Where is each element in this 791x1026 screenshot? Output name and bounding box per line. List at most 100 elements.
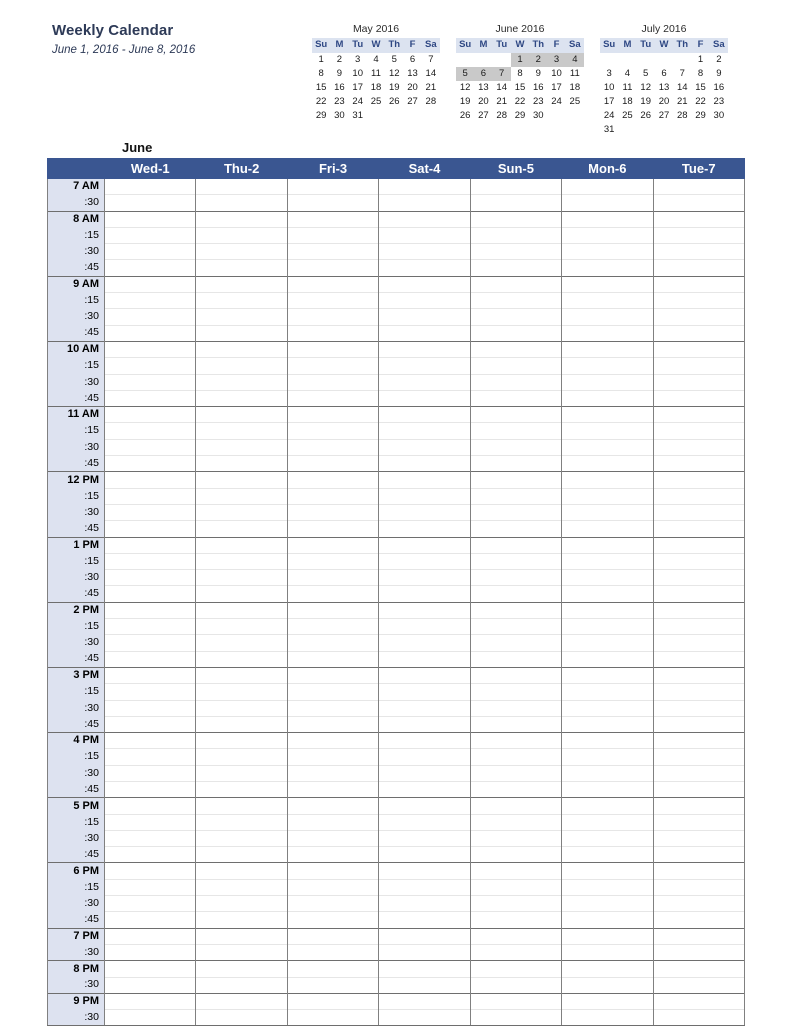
schedule-slot[interactable]	[378, 194, 471, 212]
schedule-slot[interactable]	[652, 406, 746, 423]
schedule-slot[interactable]	[195, 373, 288, 391]
schedule-slot[interactable]	[103, 895, 197, 912]
mini-day-cell[interactable]: 31	[600, 123, 618, 137]
schedule-slot[interactable]	[469, 992, 563, 1010]
schedule-slot[interactable]	[195, 748, 288, 766]
schedule-slot[interactable]	[561, 650, 654, 668]
schedule-slot[interactable]	[652, 862, 746, 880]
schedule-slot[interactable]	[469, 503, 563, 521]
schedule-slot[interactable]	[652, 780, 746, 798]
schedule-slot[interactable]	[652, 194, 746, 212]
mini-day-cell[interactable]: 3	[600, 67, 618, 81]
schedule-slot[interactable]	[378, 585, 471, 603]
schedule-slot[interactable]	[103, 715, 197, 733]
schedule-slot[interactable]	[561, 422, 654, 440]
schedule-slot[interactable]	[561, 275, 654, 293]
schedule-slot[interactable]	[652, 259, 746, 277]
schedule-slot[interactable]	[378, 862, 471, 880]
mini-day-cell[interactable]: 16	[330, 81, 348, 95]
mini-day-cell[interactable]: 30	[330, 109, 348, 123]
schedule-slot[interactable]	[103, 960, 197, 978]
schedule-slot[interactable]	[286, 976, 380, 994]
schedule-slot[interactable]	[652, 976, 746, 994]
mini-day-cell[interactable]: 4	[565, 53, 584, 67]
schedule-slot[interactable]	[103, 699, 197, 717]
schedule-slot[interactable]	[469, 536, 563, 554]
schedule-slot[interactable]	[103, 618, 197, 635]
schedule-slot[interactable]	[286, 846, 380, 863]
schedule-slot[interactable]	[286, 406, 380, 423]
schedule-slot[interactable]	[378, 846, 471, 863]
schedule-slot[interactable]	[469, 813, 563, 831]
schedule-slot[interactable]	[652, 699, 746, 717]
schedule-slot[interactable]	[561, 243, 654, 260]
schedule-slot[interactable]	[378, 552, 471, 570]
schedule-slot[interactable]	[378, 177, 471, 195]
schedule-slot[interactable]	[378, 340, 471, 358]
schedule-slot[interactable]	[469, 585, 563, 603]
schedule-slot[interactable]	[286, 813, 380, 831]
schedule-slot[interactable]	[195, 292, 288, 309]
schedule-slot[interactable]	[195, 226, 288, 244]
schedule-slot[interactable]	[103, 177, 197, 195]
schedule-slot[interactable]	[378, 438, 471, 456]
schedule-slot[interactable]	[561, 1009, 654, 1026]
schedule-slot[interactable]	[652, 895, 746, 912]
schedule-slot[interactable]	[195, 960, 288, 978]
schedule-slot[interactable]	[561, 797, 654, 815]
mini-day-cell[interactable]: 13	[655, 81, 673, 95]
mini-day-cell[interactable]: 5	[456, 67, 475, 81]
schedule-slot[interactable]	[469, 650, 563, 668]
schedule-slot[interactable]	[469, 797, 563, 815]
schedule-slot[interactable]	[378, 650, 471, 668]
schedule-slot[interactable]	[561, 194, 654, 212]
schedule-slot[interactable]	[103, 683, 197, 700]
schedule-slot[interactable]	[195, 780, 288, 798]
day-header-tue-7[interactable]: Tue-7	[652, 158, 746, 179]
mini-day-cell[interactable]: 23	[330, 95, 348, 109]
schedule-slot[interactable]	[378, 569, 471, 586]
schedule-slot[interactable]	[286, 1009, 380, 1026]
schedule-slot[interactable]	[195, 601, 288, 619]
schedule-slot[interactable]	[652, 455, 746, 472]
schedule-slot[interactable]	[378, 292, 471, 309]
schedule-slot[interactable]	[378, 895, 471, 912]
schedule-slot[interactable]	[469, 748, 563, 766]
mini-day-cell[interactable]: 10	[600, 81, 618, 95]
schedule-slot[interactable]	[561, 715, 654, 733]
schedule-slot[interactable]	[103, 389, 197, 407]
schedule-slot[interactable]	[378, 503, 471, 521]
schedule-slot[interactable]	[469, 732, 563, 749]
schedule-slot[interactable]	[561, 943, 654, 961]
schedule-slot[interactable]	[286, 683, 380, 700]
schedule-slot[interactable]	[195, 324, 288, 342]
mini-day-cell[interactable]: 26	[385, 95, 403, 109]
schedule-slot[interactable]	[286, 764, 380, 782]
schedule-slot[interactable]	[378, 373, 471, 391]
mini-day-cell[interactable]: 2	[710, 53, 728, 67]
schedule-slot[interactable]	[561, 634, 654, 652]
mini-day-cell[interactable]: 9	[710, 67, 728, 81]
mini-day-cell[interactable]: 22	[511, 95, 529, 109]
mini-day-cell[interactable]: 3	[547, 53, 566, 67]
schedule-slot[interactable]	[378, 992, 471, 1010]
schedule-slot[interactable]	[195, 357, 288, 375]
schedule-slot[interactable]	[103, 585, 197, 603]
schedule-slot[interactable]	[195, 992, 288, 1010]
mini-day-cell[interactable]: 9	[529, 67, 547, 81]
schedule-slot[interactable]	[103, 732, 197, 749]
schedule-slot[interactable]	[561, 960, 654, 978]
schedule-slot[interactable]	[652, 927, 746, 945]
schedule-slot[interactable]	[286, 797, 380, 815]
schedule-slot[interactable]	[378, 406, 471, 423]
schedule-slot[interactable]	[469, 976, 563, 994]
schedule-slot[interactable]	[469, 943, 563, 961]
schedule-slot[interactable]	[469, 259, 563, 277]
schedule-slot[interactable]	[652, 210, 746, 228]
schedule-slot[interactable]	[286, 960, 380, 978]
mini-day-cell[interactable]: 6	[474, 67, 493, 81]
schedule-slot[interactable]	[286, 210, 380, 228]
schedule-slot[interactable]	[103, 226, 197, 244]
schedule-slot[interactable]	[195, 846, 288, 863]
schedule-slot[interactable]	[286, 911, 380, 929]
